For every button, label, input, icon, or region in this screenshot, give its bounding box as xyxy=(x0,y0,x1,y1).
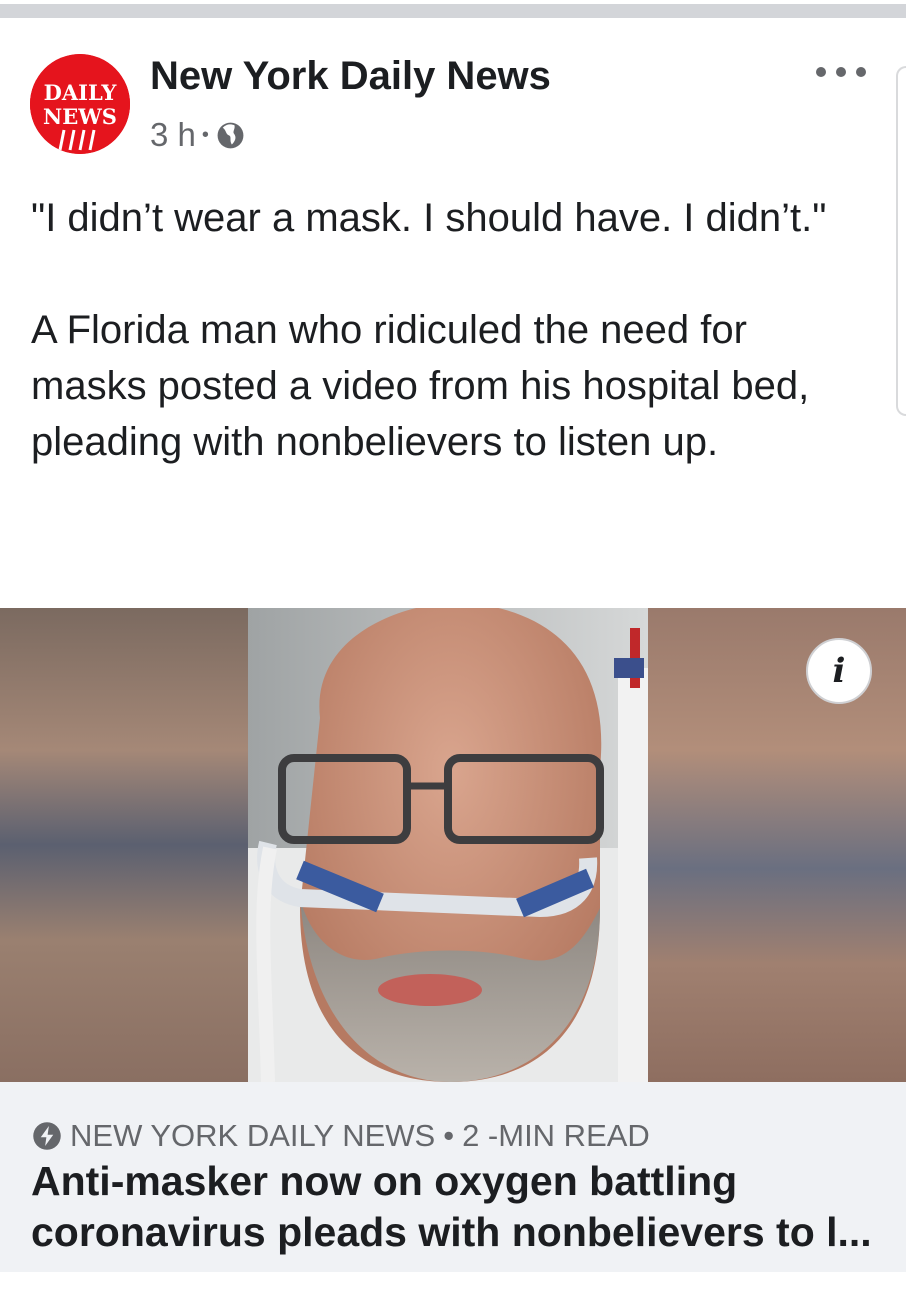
info-icon[interactable]: i xyxy=(806,638,872,704)
adjacent-card-edge xyxy=(896,66,906,416)
daily-news-logo: DAILY NEWS xyxy=(30,54,130,154)
svg-text:NEWS: NEWS xyxy=(43,104,117,129)
page-name[interactable]: New York Daily News xyxy=(150,54,551,99)
link-headline[interactable]: Anti-masker now on oxygen battling coron… xyxy=(31,1156,881,1258)
caption-body: A Florida man who ridiculed the need for… xyxy=(31,308,810,464)
globe-icon[interactable] xyxy=(215,120,246,151)
post-meta: 3 h • xyxy=(150,116,246,154)
link-preview[interactable]: NEW YORK DAILY NEWS • 2 -MIN READ Anti-m… xyxy=(0,1082,906,1294)
post-caption: "I didn’t wear a mask. I should have. I … xyxy=(31,190,861,470)
post-video-thumbnail[interactable]: i xyxy=(0,608,906,1082)
bottom-spacer xyxy=(0,1272,906,1300)
link-separator: • xyxy=(443,1118,455,1153)
page-avatar[interactable]: DAILY NEWS xyxy=(30,54,130,154)
caption-quote: "I didn’t wear a mask. I should have. I … xyxy=(31,196,827,240)
post-time[interactable]: 3 h xyxy=(150,116,196,154)
link-source: NEW YORK DAILY NEWS xyxy=(70,1118,436,1153)
meta-separator: • xyxy=(201,123,209,146)
link-source-row: NEW YORK DAILY NEWS • 2 -MIN READ xyxy=(32,1118,650,1154)
post-card: DAILY NEWS New York Daily News 3 h • "I … xyxy=(0,22,906,1300)
bolt-icon xyxy=(33,1122,61,1150)
top-divider xyxy=(0,0,906,22)
link-read-time: 2 -MIN READ xyxy=(462,1118,650,1153)
svg-text:DAILY: DAILY xyxy=(44,80,118,105)
more-options-icon[interactable] xyxy=(816,62,866,82)
video-still-image xyxy=(0,608,906,1082)
